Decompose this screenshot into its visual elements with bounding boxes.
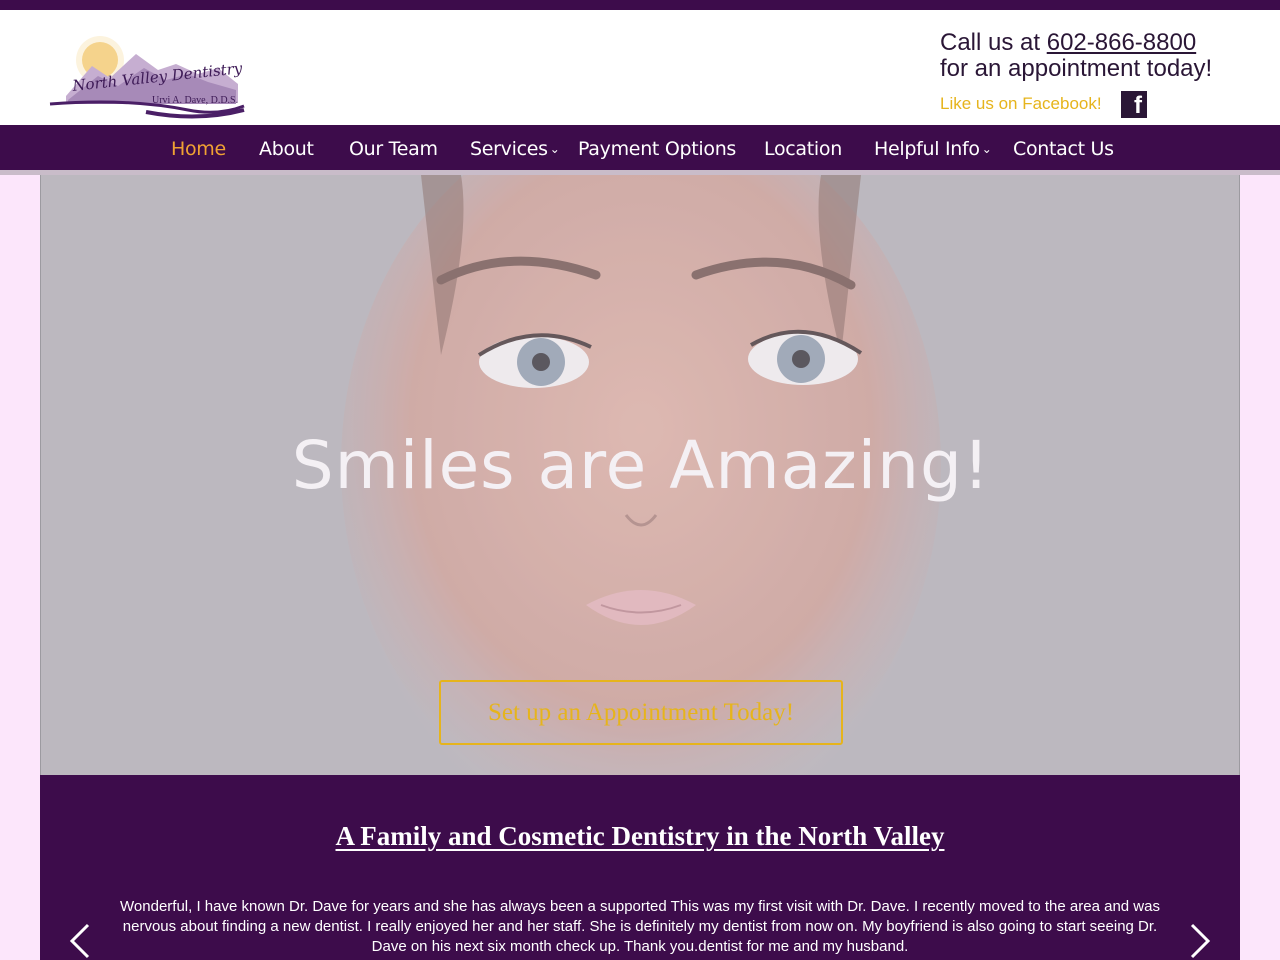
contact-block: Call us at 602-866-8800 for an appointme… — [940, 30, 1260, 118]
nav-helpful-info[interactable]: Helpful Info ⌄ — [874, 138, 992, 160]
nav-payment-options[interactable]: Payment Options — [578, 138, 736, 160]
nav-services[interactable]: Services ⌄ — [470, 138, 560, 160]
chevron-right-icon[interactable] — [1186, 921, 1214, 960]
call-line: Call us at 602-866-8800 — [940, 30, 1260, 56]
nav-home[interactable]: Home — [171, 138, 226, 160]
nav-location[interactable]: Location — [764, 138, 842, 160]
site-header: North Valley Dentistry Urvi A. Dave, D.D… — [0, 10, 1280, 125]
nav-services-label: Services — [470, 138, 548, 160]
site-logo[interactable]: North Valley Dentistry Urvi A. Dave, D.D… — [48, 24, 248, 124]
facebook-icon[interactable]: f — [1121, 91, 1147, 118]
chevron-left-icon[interactable] — [66, 921, 94, 960]
chevron-down-icon: ⌄ — [981, 142, 992, 156]
logo-doctor: Urvi A. Dave, D.D.S. — [152, 95, 239, 106]
section-title[interactable]: A Family and Cosmetic Dentistry in the N… — [40, 821, 1240, 852]
hero-title: Smiles are Amazing! — [291, 427, 991, 504]
nav-about[interactable]: About — [259, 138, 314, 160]
nav-contact-us[interactable]: Contact Us — [1013, 138, 1114, 160]
appointment-button[interactable]: Set up an Appointment Today! — [439, 680, 843, 745]
top-bar — [0, 0, 1280, 10]
nav-our-team[interactable]: Our Team — [349, 138, 438, 160]
call-prefix: Call us at — [940, 29, 1047, 56]
nav-helpful-info-label: Helpful Info — [874, 138, 980, 160]
facebook-link[interactable]: Like us on Facebook! — [940, 94, 1102, 114]
testimonial-text: Wonderful, I have known Dr. Dave for yea… — [120, 898, 1160, 955]
main-nav: Home About Our Team Services ⌄ Payment Op… — [0, 125, 1280, 170]
phone-link[interactable]: 602-866-8800 — [1047, 29, 1196, 56]
chevron-down-icon: ⌄ — [549, 142, 560, 156]
call-suffix: for an appointment today! — [940, 55, 1213, 82]
hero-banner: Smiles are Amazing! Set up an Appointmen… — [40, 175, 1240, 775]
intro-section: A Family and Cosmetic Dentistry in the N… — [40, 775, 1240, 960]
facebook-row: Like us on Facebook! f — [940, 90, 1160, 120]
